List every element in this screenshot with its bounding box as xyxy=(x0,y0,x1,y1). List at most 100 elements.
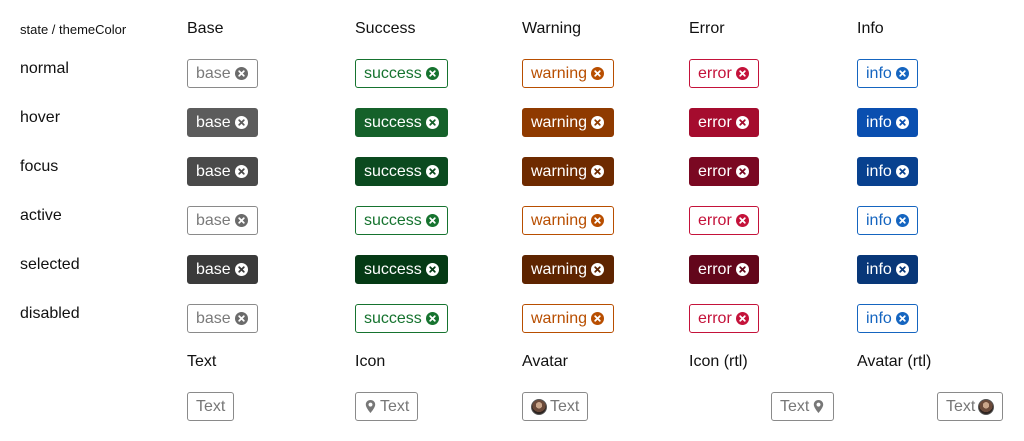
chip-success-normal[interactable]: success xyxy=(355,59,448,88)
chip-base-selected[interactable]: base xyxy=(187,255,258,284)
chip-error-disabled[interactable]: error xyxy=(689,304,759,333)
remove-icon[interactable] xyxy=(591,116,605,129)
remove-icon[interactable] xyxy=(234,67,248,80)
remove-icon[interactable] xyxy=(425,263,439,276)
chip-success-focus[interactable]: success xyxy=(355,157,448,186)
chip-error-focus[interactable]: error xyxy=(689,157,759,186)
chip-icon-rtl-demo[interactable]: Text xyxy=(771,392,835,421)
chip-label: base xyxy=(196,211,231,229)
remove-icon[interactable] xyxy=(425,214,439,227)
avatar xyxy=(531,398,547,415)
chip-label: warning xyxy=(531,260,588,278)
remove-icon[interactable] xyxy=(234,263,248,276)
state-theme-corner-label: state / themeColor xyxy=(20,22,127,37)
remove-icon[interactable] xyxy=(735,116,749,129)
remove-icon[interactable] xyxy=(895,165,909,178)
chip-warning-hover[interactable]: warning xyxy=(522,108,614,137)
remove-icon[interactable] xyxy=(735,165,749,178)
column-header-info: Info xyxy=(857,20,884,37)
chip-label: success xyxy=(364,113,422,131)
chip-avatar-rtl-label: Text xyxy=(946,397,976,415)
chip-info-selected[interactable]: info xyxy=(857,255,918,284)
chip-error-normal[interactable]: error xyxy=(689,59,759,88)
chip-base-focus[interactable]: base xyxy=(187,157,258,186)
chip-info-focus[interactable]: info xyxy=(857,157,918,186)
chip-label: error xyxy=(698,211,732,229)
chip-label: base xyxy=(196,260,231,278)
demo-header-avatar-rtl: Avatar (rtl) xyxy=(857,353,932,370)
chip-label: success xyxy=(364,162,422,180)
chip-label: warning xyxy=(531,309,588,327)
remove-icon[interactable] xyxy=(735,67,749,80)
row-label-hover: hover xyxy=(20,109,61,126)
chip-label: info xyxy=(866,260,892,278)
chip-warning-active[interactable]: warning xyxy=(522,206,614,235)
chip-base-hover[interactable]: base xyxy=(187,108,258,137)
remove-icon[interactable] xyxy=(591,312,605,325)
chip-label: success xyxy=(364,260,422,278)
remove-icon[interactable] xyxy=(234,165,248,178)
remove-icon[interactable] xyxy=(895,116,909,129)
chip-avatar-label: Text xyxy=(550,397,580,415)
map-pin-icon xyxy=(364,399,377,414)
remove-icon[interactable] xyxy=(425,116,439,129)
chip-label: error xyxy=(698,64,732,82)
chip-info-normal[interactable]: info xyxy=(857,59,918,88)
demo-header-icon-rtl: Icon (rtl) xyxy=(689,353,748,370)
chip-label: info xyxy=(866,162,892,180)
remove-icon[interactable] xyxy=(895,312,909,325)
chip-label: error xyxy=(698,309,732,327)
remove-icon[interactable] xyxy=(591,165,605,178)
chip-label: success xyxy=(364,309,422,327)
chip-warning-focus[interactable]: warning xyxy=(522,157,614,186)
chip-warning-normal[interactable]: warning xyxy=(522,59,614,88)
chip-info-disabled[interactable]: info xyxy=(857,304,918,333)
chip-avatar-demo[interactable]: Text xyxy=(522,392,589,421)
chip-success-active[interactable]: success xyxy=(355,206,448,235)
chip-label: error xyxy=(698,162,732,180)
remove-icon[interactable] xyxy=(895,67,909,80)
chip-icon-rtl-label: Text xyxy=(780,397,810,415)
chip-error-selected[interactable]: error xyxy=(689,255,759,284)
row-label-normal: normal xyxy=(20,60,69,77)
row-label-focus: focus xyxy=(20,158,59,175)
remove-icon[interactable] xyxy=(735,263,749,276)
remove-icon[interactable] xyxy=(234,312,248,325)
chip-base-active[interactable]: base xyxy=(187,206,258,235)
avatar xyxy=(978,398,995,415)
chip-label: base xyxy=(196,113,231,131)
remove-icon[interactable] xyxy=(895,263,909,276)
remove-icon[interactable] xyxy=(234,214,248,227)
chip-label: warning xyxy=(531,113,588,131)
remove-icon[interactable] xyxy=(425,312,439,325)
demo-header-icon: Icon xyxy=(355,353,386,370)
chip-icon-demo[interactable]: Text xyxy=(355,392,419,421)
chip-label: success xyxy=(364,211,422,229)
remove-icon[interactable] xyxy=(591,263,605,276)
chip-label: base xyxy=(196,309,231,327)
chip-text-demo[interactable]: Text xyxy=(187,392,235,421)
remove-icon[interactable] xyxy=(425,165,439,178)
chip-error-hover[interactable]: error xyxy=(689,108,759,137)
chip-warning-disabled[interactable]: warning xyxy=(522,304,614,333)
row-label-disabled: disabled xyxy=(20,305,80,322)
remove-icon[interactable] xyxy=(591,67,605,80)
chip-info-hover[interactable]: info xyxy=(857,108,918,137)
chip-base-disabled[interactable]: base xyxy=(187,304,258,333)
chip-info-active[interactable]: info xyxy=(857,206,918,235)
chip-base-normal[interactable]: base xyxy=(187,59,258,88)
remove-icon[interactable] xyxy=(425,67,439,80)
remove-icon[interactable] xyxy=(735,214,749,227)
remove-icon[interactable] xyxy=(895,214,909,227)
chip-warning-selected[interactable]: warning xyxy=(522,255,614,284)
chip-error-active[interactable]: error xyxy=(689,206,759,235)
demo-header-avatar: Avatar xyxy=(522,353,568,370)
remove-icon[interactable] xyxy=(234,116,248,129)
remove-icon[interactable] xyxy=(735,312,749,325)
chip-success-disabled[interactable]: success xyxy=(355,304,448,333)
chip-avatar-rtl-demo[interactable]: Text xyxy=(937,392,1004,421)
chip-label: base xyxy=(196,64,231,82)
chip-success-hover[interactable]: success xyxy=(355,108,448,137)
remove-icon[interactable] xyxy=(591,214,605,227)
chip-success-selected[interactable]: success xyxy=(355,255,448,284)
